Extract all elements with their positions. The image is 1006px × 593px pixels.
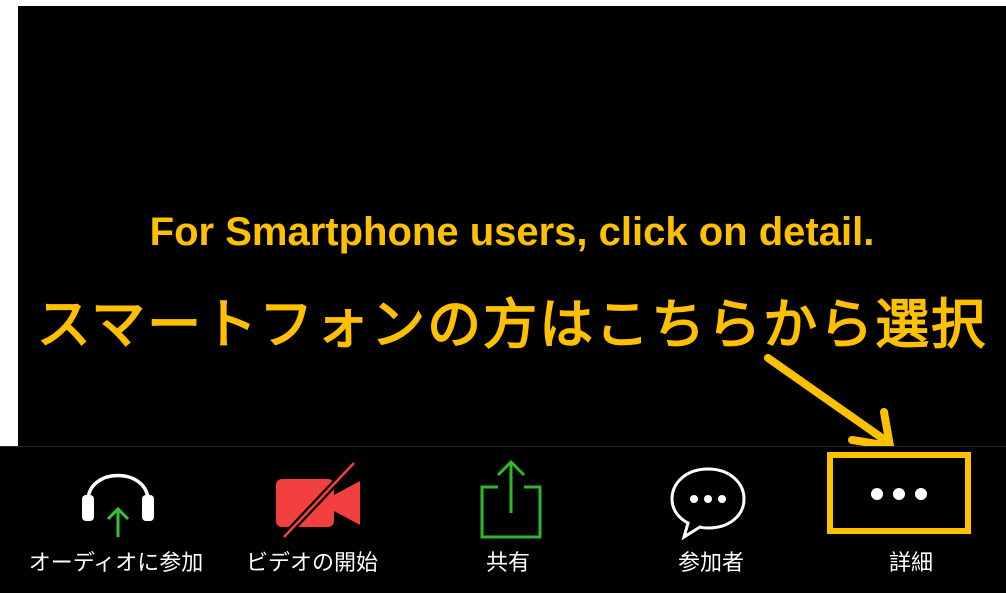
participants-label: 参加者: [677, 551, 744, 576]
share-label: 共有: [485, 551, 530, 576]
instruction-caption-japanese: スマートフォンの方はこちらから選択: [36, 293, 988, 356]
share-button[interactable]: 共有: [410, 447, 606, 593]
start-video-button[interactable]: ビデオの開始: [214, 447, 410, 593]
instruction-caption-english: For Smartphone users, click on detail.: [149, 210, 875, 254]
chat-bubble-participants-icon: [670, 467, 746, 541]
video-camera-off-icon: [276, 460, 360, 540]
pointer-arrow-icon: [764, 354, 894, 450]
more-details-label: 詳細: [888, 551, 933, 576]
headphones-join-audio-icon: [82, 473, 154, 537]
join-audio-button[interactable]: オーディオに参加: [18, 447, 214, 593]
share-upload-icon: [480, 459, 542, 539]
start-video-label: ビデオの開始: [245, 551, 378, 576]
top-margin: [0, 0, 1006, 6]
join-audio-label: オーディオに参加: [28, 551, 204, 576]
participants-button[interactable]: 参加者: [606, 447, 816, 593]
more-dots-icon[interactable]: [843, 480, 955, 508]
